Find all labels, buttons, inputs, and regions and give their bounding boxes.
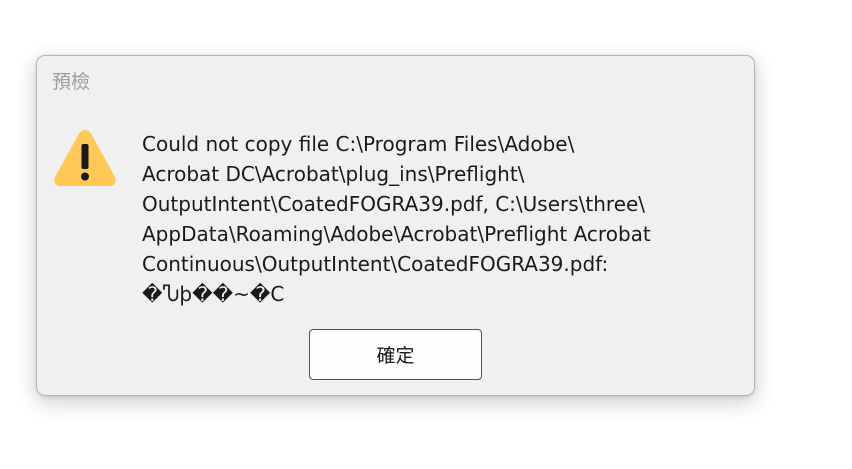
message-line: OutputIntent\CoatedFOGRA39.pdf, C:\Users… <box>142 192 646 216</box>
message-line: Acrobat DC\Acrobat\plug_ins\Preflight\ <box>142 162 525 186</box>
error-message: Could not copy file C:\Program Files\Ado… <box>142 129 742 309</box>
dialog-title: 預檢 <box>52 71 91 93</box>
message-line: �Ⴠþ��~�C <box>142 282 285 306</box>
message-line: Could not copy file C:\Program Files\Ado… <box>142 132 575 156</box>
message-line: AppData\Roaming\Adobe\Acrobat\Preflight … <box>142 222 651 246</box>
ok-button[interactable]: 確定 <box>309 329 482 380</box>
message-line: Continuous\OutputIntent\CoatedFOGRA39.pd… <box>142 252 609 276</box>
warning-icon <box>54 130 116 186</box>
error-dialog: 預檢 Could not copy file C:\Program Files\… <box>36 55 755 396</box>
